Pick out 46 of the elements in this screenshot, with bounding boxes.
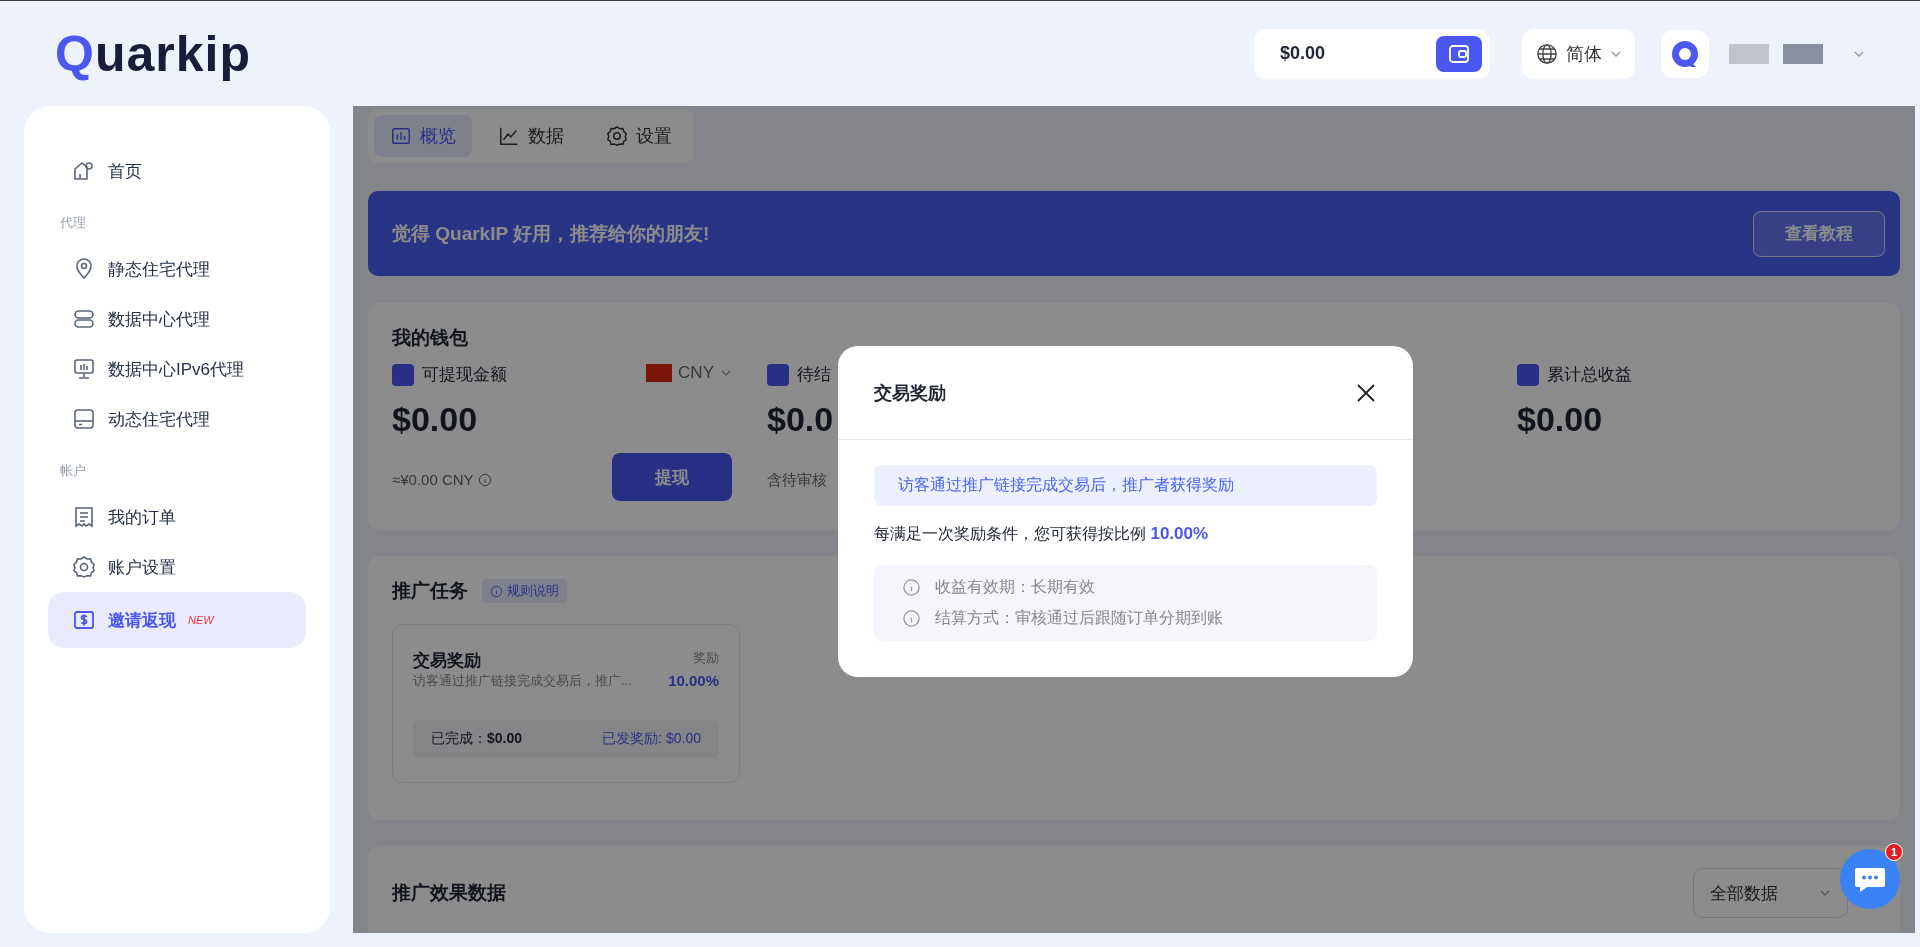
sidebar-item[interactable]: 首页 <box>48 146 306 196</box>
rate-text: 每满足一次奖励条件，您可获得按比例 <box>874 525 1146 542</box>
reward-rate: 10.00% <box>668 672 719 689</box>
task-card[interactable]: 交易奖励 奖励 访客通过推广链接完成交易后，推广... 10.00% 已完成：$0.00 已发奖励: $0.00 <box>392 624 740 783</box>
info-text: 收益有效期：长期有效 <box>935 577 1095 597</box>
amount: $0.00 <box>392 400 479 439</box>
sidebar-item[interactable]: 数据中心代理 <box>48 294 306 344</box>
notice-text: 访客通过推广链接完成交易后，推广者获得奖励 <box>874 465 1377 506</box>
language-selector[interactable]: 简体 <box>1522 28 1635 79</box>
sidebar-item[interactable]: 静态住宅代理 <box>48 244 306 294</box>
sidebar-item[interactable]: 账户设置 <box>48 542 306 592</box>
amount: $0.0 <box>767 400 835 439</box>
task-title: 交易奖励 <box>413 650 481 672</box>
info-text: 结算方式：审核通过后跟随订单分期到账 <box>935 608 1223 628</box>
column-label: 累计总收益 <box>1547 364 1632 386</box>
tab[interactable]: 概览 <box>374 115 472 157</box>
tab[interactable]: 数据 <box>482 115 580 157</box>
card-title: 我的钱包 <box>392 326 469 350</box>
balance-amount: $0.00 <box>1280 43 1326 64</box>
card-title: 推广任务 <box>392 579 468 603</box>
task-description: 访客通过推广链接完成交易后，推广... <box>413 672 632 690</box>
amount: $0.00 <box>1517 400 1604 439</box>
currency-selector[interactable]: CNY <box>646 363 732 383</box>
column-label: 待结 <box>797 364 831 386</box>
sidebar-item[interactable]: 动态住宅代理 <box>48 394 306 444</box>
reward-label: 奖励 <box>693 649 719 667</box>
banner-text: 觉得 QuarkIP 好用，推荐给你的朋友! <box>392 221 710 246</box>
rules-link[interactable]: 规则说明 <box>482 579 567 603</box>
sidebar-item[interactable]: 邀请返现 NEW <box>48 592 306 648</box>
completed-text: 已完成：$0.00 <box>431 730 523 748</box>
note-text: 含待审核 <box>767 471 827 490</box>
withdraw-button[interactable]: 提现 <box>612 453 732 501</box>
paid-text: 已发奖励: $0.00 <box>602 730 701 748</box>
section-label: 代理 <box>59 214 87 232</box>
tab[interactable]: 设置 <box>590 115 688 157</box>
modal-title: 交易奖励 <box>874 381 946 405</box>
sidebar-item[interactable]: 我的订单 <box>48 492 306 542</box>
notification-badge: 1 <box>1885 843 1903 861</box>
rate-value: 10.00% <box>1150 524 1209 543</box>
sidebar-item[interactable]: 数据中心IPv6代理 <box>48 344 306 394</box>
new-label: NEW <box>188 614 214 626</box>
column-label: 可提现金额 <box>422 364 507 386</box>
note-text: ≈¥0.00 CNY <box>392 471 474 488</box>
card-title: 推广效果数据 <box>392 881 506 905</box>
section-label: 帐户 <box>59 462 87 480</box>
logo[interactable]: Quarkip <box>55 24 251 83</box>
